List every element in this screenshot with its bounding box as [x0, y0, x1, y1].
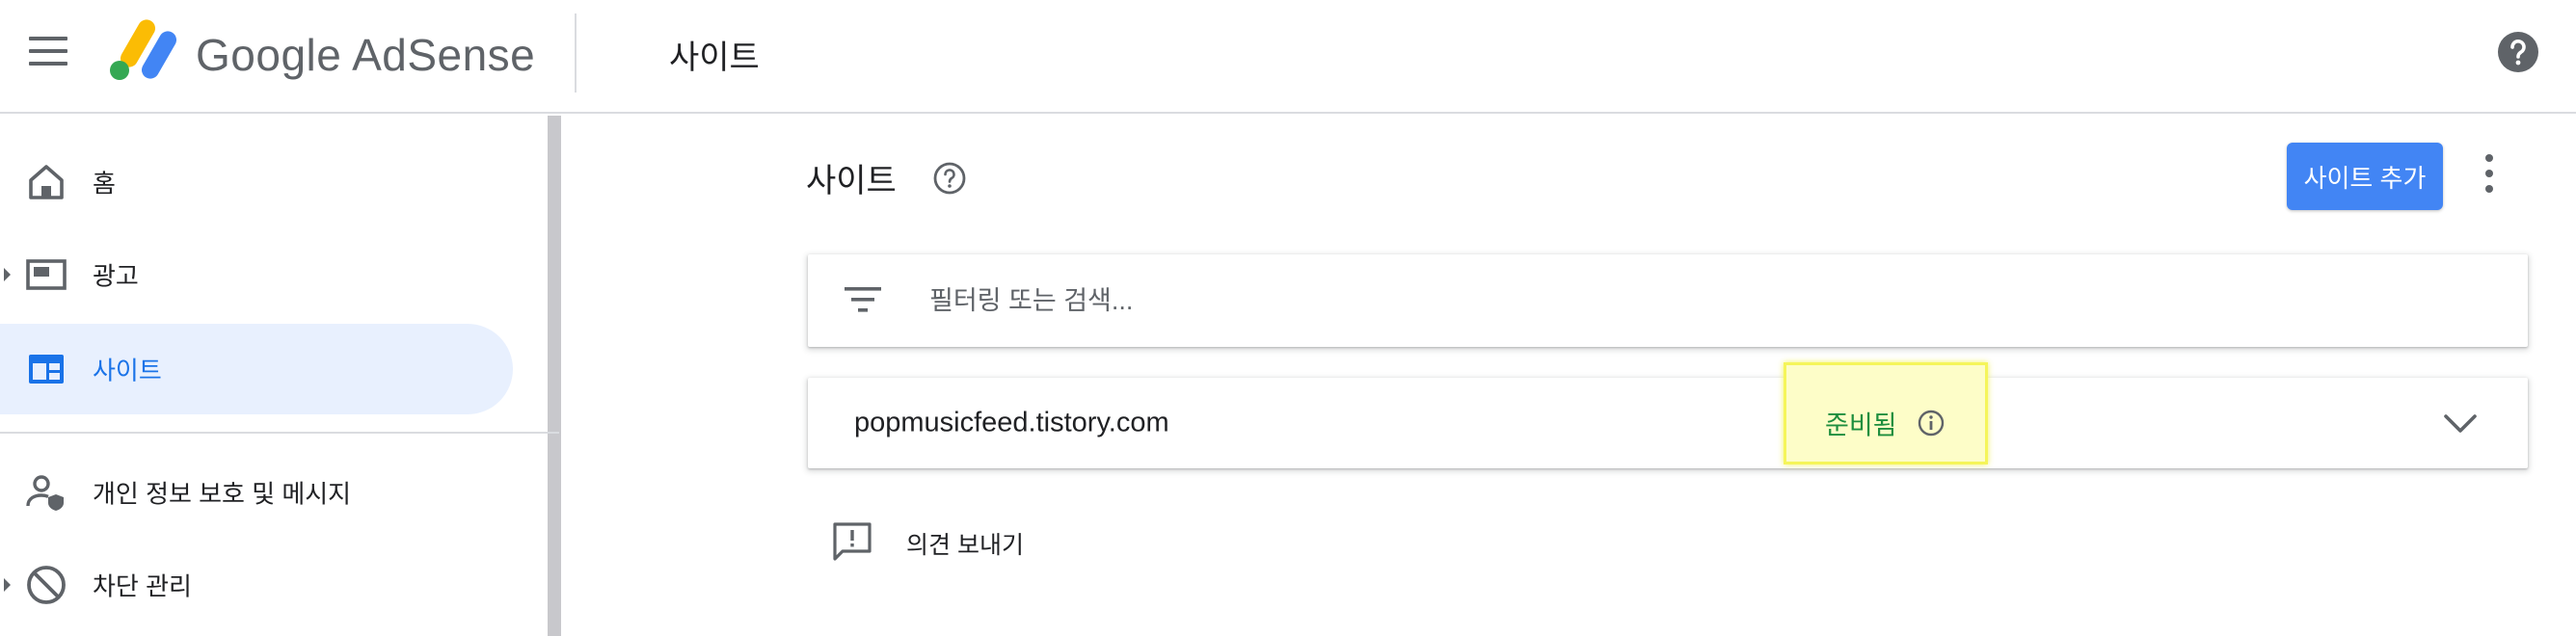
send-feedback-link[interactable]: 의견 보내기 — [831, 517, 1120, 565]
sidebar: 홈 광고 사이트 개인 정보 보호 및 메시지 차단 관리 — [0, 116, 561, 636]
sidebar-item-label: 개인 정보 보호 및 메시지 — [93, 479, 352, 509]
expand-caret-icon[interactable] — [4, 268, 11, 281]
page-heading: 사이트 — [669, 40, 760, 76]
ad-unit-icon — [26, 259, 67, 290]
help-outline-icon[interactable] — [931, 160, 968, 197]
home-icon — [29, 165, 64, 199]
site-domain[interactable]: popmusicfeed.tistory.com — [854, 408, 1169, 439]
header-divider — [575, 13, 577, 93]
sidebar-item-home[interactable]: 홈 — [0, 137, 513, 227]
more-vert-icon[interactable] — [2482, 154, 2497, 199]
info-outline-icon[interactable] — [1917, 409, 1945, 437]
hamburger-menu-icon[interactable] — [29, 37, 67, 66]
chevron-down-icon[interactable] — [2441, 407, 2480, 439]
add-site-button[interactable]: 사이트 추가 — [2287, 143, 2443, 210]
sidebar-item-label: 사이트 — [93, 356, 162, 385]
filter-list-icon[interactable] — [843, 283, 883, 316]
feedback-icon — [833, 522, 872, 561]
top-app-bar: Google AdSense 사이트 — [0, 0, 2576, 114]
person-shield-icon — [26, 475, 64, 511]
sidebar-item-label: 차단 관리 — [93, 571, 192, 601]
adsense-logo-icon[interactable] — [108, 19, 177, 81]
filter-search-input[interactable] — [929, 278, 2086, 324]
sites-icon — [29, 355, 64, 384]
site-row[interactable]: popmusicfeed.tistory.com 준비됨 — [808, 362, 2528, 468]
app-logo-text[interactable]: Google AdSense — [196, 29, 535, 81]
sidebar-item-privacy-messaging[interactable]: 개인 정보 보호 및 메시지 — [0, 447, 513, 538]
sidebar-divider — [0, 432, 559, 434]
block-icon — [27, 566, 66, 604]
sidebar-item-label: 광고 — [93, 261, 139, 291]
feedback-label: 의견 보내기 — [906, 532, 1024, 559]
help-circle-icon[interactable] — [2497, 31, 2539, 73]
sidebar-item-label: 홈 — [93, 169, 116, 199]
sidebar-item-sites[interactable]: 사이트 — [0, 324, 513, 414]
sidebar-item-ads[interactable]: 광고 — [0, 229, 513, 320]
expand-caret-icon[interactable] — [4, 578, 11, 592]
section-title: 사이트 — [806, 163, 897, 199]
sidebar-item-blocking-controls[interactable]: 차단 관리 — [0, 540, 513, 630]
filter-bar — [808, 254, 2528, 347]
site-status-badge: 준비됨 — [1825, 411, 1897, 440]
